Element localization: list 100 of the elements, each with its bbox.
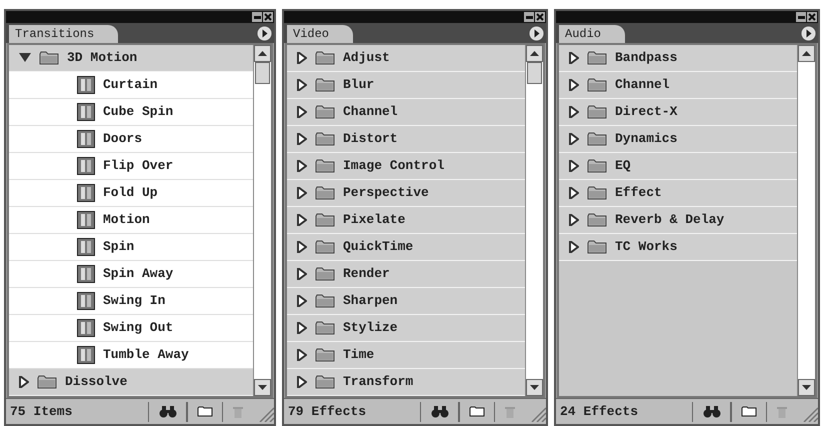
folder-label: 3D Motion xyxy=(67,49,138,68)
expand-triangle-icon[interactable] xyxy=(297,376,307,388)
scroll-up-icon[interactable] xyxy=(526,45,543,62)
folder-row[interactable]: Effect xyxy=(559,180,797,207)
expand-triangle-icon[interactable] xyxy=(297,214,307,226)
scrollbar-track[interactable] xyxy=(525,45,543,396)
transition-icon xyxy=(77,238,95,256)
folder-icon xyxy=(315,213,335,227)
folder-icon xyxy=(315,78,335,92)
expand-triangle-icon[interactable] xyxy=(19,376,29,388)
close-icon[interactable] xyxy=(807,12,817,22)
folder-icon xyxy=(39,51,59,65)
expand-triangle-icon[interactable] xyxy=(569,106,579,118)
expand-triangle-icon[interactable] xyxy=(297,241,307,253)
folder-row[interactable]: Render xyxy=(287,261,525,288)
transition-row[interactable]: Motion xyxy=(9,207,253,234)
trash-icon xyxy=(504,406,514,418)
folder-row[interactable]: Reverb & Delay xyxy=(559,207,797,234)
expand-triangle-icon[interactable] xyxy=(569,214,579,226)
scroll-up-icon[interactable] xyxy=(798,45,815,62)
folder-label: Distort xyxy=(343,130,398,148)
scroll-thumb[interactable] xyxy=(255,62,270,84)
palette-tab[interactable]: Audio xyxy=(559,25,626,43)
folder-row[interactable]: Perspective xyxy=(287,180,525,207)
close-icon[interactable] xyxy=(263,12,273,22)
expand-triangle-icon[interactable] xyxy=(297,79,307,91)
folder-row[interactable]: 3D Motion xyxy=(9,45,253,72)
expand-triangle-icon[interactable] xyxy=(569,133,579,145)
trash-icon xyxy=(776,406,786,418)
scroll-down-icon[interactable] xyxy=(798,379,815,396)
transition-row[interactable]: Flip Over xyxy=(9,153,253,180)
minimize-button[interactable] xyxy=(252,12,262,22)
folder-icon xyxy=(587,213,607,227)
scrollbar-track[interactable] xyxy=(797,45,815,396)
palette-tab[interactable]: Transitions xyxy=(9,25,118,43)
folder-label: TC Works xyxy=(615,238,678,256)
minimize-button[interactable] xyxy=(796,12,806,22)
transition-row[interactable]: Spin xyxy=(9,234,253,261)
collapse-triangle-icon[interactable] xyxy=(19,53,31,63)
folder-icon xyxy=(315,159,335,173)
transition-label: Swing Out xyxy=(103,319,174,338)
expand-triangle-icon[interactable] xyxy=(297,160,307,172)
transition-row[interactable]: Swing Out xyxy=(9,315,253,342)
expand-triangle-icon[interactable] xyxy=(569,241,579,253)
transition-row[interactable]: Tumble Away xyxy=(9,342,253,369)
minimize-button[interactable] xyxy=(524,12,534,22)
scroll-down-icon[interactable] xyxy=(526,379,543,396)
expand-triangle-icon[interactable] xyxy=(297,133,307,145)
folder-row[interactable]: Stylize xyxy=(287,315,525,342)
transition-row[interactable]: Curtain xyxy=(9,72,253,99)
transition-row[interactable]: Swing In xyxy=(9,288,253,315)
transition-row[interactable]: Spin Away xyxy=(9,261,253,288)
folder-row[interactable]: Blur xyxy=(287,72,525,99)
folder-row[interactable]: Dissolve xyxy=(9,369,253,396)
folder-row[interactable]: QuickTime xyxy=(287,234,525,261)
transition-icon xyxy=(77,184,95,202)
folder-row[interactable]: Adjust xyxy=(287,45,525,72)
folder-row[interactable]: EQ xyxy=(559,153,797,180)
expand-triangle-icon[interactable] xyxy=(569,52,579,64)
trash-icon xyxy=(232,406,242,418)
expand-triangle-icon[interactable] xyxy=(569,160,579,172)
scroll-up-icon[interactable] xyxy=(254,45,271,62)
binoculars-icon xyxy=(702,406,720,418)
expand-triangle-icon[interactable] xyxy=(297,52,307,64)
palette-tab[interactable]: Video xyxy=(287,25,354,43)
expand-triangle-icon[interactable] xyxy=(297,106,307,118)
expand-triangle-icon[interactable] xyxy=(297,295,307,307)
folder-icon xyxy=(469,406,485,417)
expand-triangle-icon[interactable] xyxy=(569,79,579,91)
transition-row[interactable]: Fold Up xyxy=(9,180,253,207)
scroll-down-icon[interactable] xyxy=(254,379,271,396)
expand-triangle-icon[interactable] xyxy=(297,322,307,334)
folder-label: Reverb & Delay xyxy=(615,211,724,230)
folder-row[interactable]: Bandpass xyxy=(559,45,797,72)
folder-icon xyxy=(315,132,335,146)
folder-row[interactable]: Time xyxy=(287,342,525,369)
expand-triangle-icon[interactable] xyxy=(569,187,579,199)
folder-row[interactable]: Transform xyxy=(287,369,525,396)
folder-row[interactable]: TC Works xyxy=(559,234,797,261)
close-icon[interactable] xyxy=(535,12,545,22)
expand-triangle-icon[interactable] xyxy=(297,349,307,361)
folder-row[interactable]: Pixelate xyxy=(287,207,525,234)
folder-icon xyxy=(37,375,57,389)
folder-row[interactable]: Image Control xyxy=(287,153,525,180)
scroll-thumb[interactable] xyxy=(527,62,542,84)
expand-triangle-icon[interactable] xyxy=(297,187,307,199)
transition-row[interactable]: Doors xyxy=(9,126,253,153)
folder-row[interactable]: Channel xyxy=(559,72,797,99)
scrollbar-track[interactable] xyxy=(253,45,271,396)
folder-row[interactable]: Sharpen xyxy=(287,288,525,315)
folder-label: Bandpass xyxy=(615,49,678,68)
folder-row[interactable]: Dynamics xyxy=(559,126,797,153)
transition-row[interactable]: Cube Spin xyxy=(9,99,253,126)
folder-row[interactable]: Distort xyxy=(287,126,525,153)
folder-icon xyxy=(587,105,607,119)
folder-label: Dynamics xyxy=(615,130,678,148)
folder-row[interactable]: Channel xyxy=(287,99,525,126)
folder-icon xyxy=(315,294,335,308)
folder-row[interactable]: Direct-X xyxy=(559,99,797,126)
expand-triangle-icon[interactable] xyxy=(297,268,307,280)
